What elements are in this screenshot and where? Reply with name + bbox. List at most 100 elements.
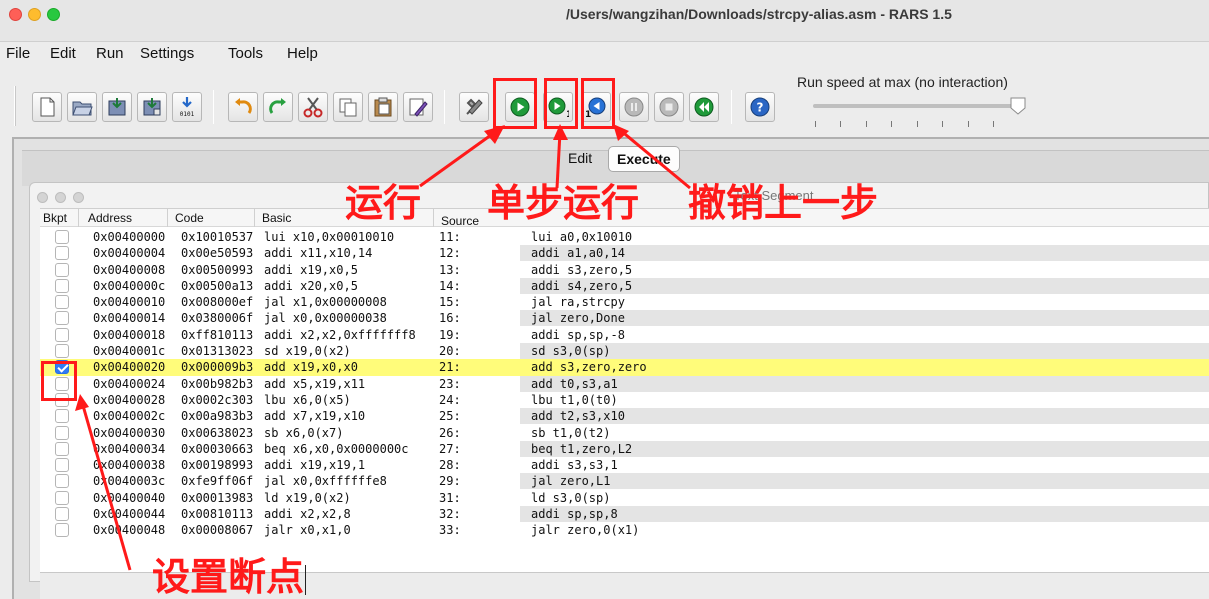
table-row[interactable]: 0x00400018 0xff810113 addi x2,x2,0xfffffff… (40, 327, 1209, 343)
table-row[interactable]: 0x00400048 0x00008067 jalr x0,x1,0 33: jalr … (40, 522, 1209, 538)
source-cell: lbu t1,0(t0) (531, 392, 618, 407)
table-row[interactable]: 0x00400038 0x00198993 addi x19,x19,1 28: add… (40, 457, 1209, 473)
backstep-annotation: 撤销上一步 (688, 181, 879, 225)
copy-button[interactable] (333, 92, 363, 122)
breakpoint-checkbox[interactable] (55, 523, 69, 538)
zoom-window-button[interactable] (47, 8, 60, 21)
cut-button[interactable] (298, 92, 328, 122)
close-window-button[interactable] (9, 8, 22, 21)
breakpoint-checkbox[interactable] (55, 246, 69, 261)
new-file-button[interactable] (32, 92, 62, 122)
source-line-cell: 21: (439, 360, 461, 375)
breakpoint-checkbox[interactable] (55, 295, 69, 310)
table-row[interactable]: 0x00400030 0x00638023 sb x6,0(x7) 26: sb t1,… (40, 425, 1209, 441)
breakpoint-checkbox[interactable] (55, 474, 69, 489)
menu-tools[interactable]: Tools (228, 45, 263, 62)
run-speed-thumb[interactable] (1010, 97, 1026, 115)
table-row[interactable]: 0x00400040 0x00013983 ld x19,0(x2) 31: ld s3… (40, 490, 1209, 506)
reset-button[interactable] (689, 92, 719, 122)
table-row[interactable]: 0x00400004 0x00e50593 addi x11,x10,14 12: ad… (40, 245, 1209, 262)
text-segment-table: Bkpt Address Code Basic Source 0x0040000… (40, 208, 1209, 572)
menu-settings[interactable]: Settings (140, 45, 194, 62)
tab-edit[interactable]: Edit (560, 146, 600, 172)
open-file-icon (72, 101, 93, 116)
find-replace-button[interactable] (403, 92, 433, 122)
source-line-cell: 23: (439, 376, 461, 391)
stop-button[interactable] (654, 92, 684, 122)
table-row[interactable]: 0x00400034 0x00030663 beq x6,x0,0x0000000c… (40, 440, 1209, 457)
breakpoint-checkbox[interactable] (55, 230, 69, 244)
dump-memory-button[interactable]: 0101 (172, 92, 202, 122)
breakpoint-annotation: 设置断点 (152, 555, 305, 599)
assemble-button[interactable] (459, 92, 489, 122)
table-row[interactable]: 0x00400014 0x0380006f jal x0,0x00000038 16:… (40, 310, 1209, 327)
table-row[interactable]: 0x00400008 0x00500993 addi x19,x0,5 13: addi… (40, 262, 1209, 278)
table-row[interactable]: 0x0040000c 0x00500a13 addi x20,x0,5 14: addi… (40, 277, 1209, 294)
header-code[interactable]: Code (175, 211, 204, 225)
table-row[interactable]: 0x00400024 0x00b982b3 add x5,x19,x11 23: add… (40, 375, 1209, 392)
step-annotation: 单步运行 (487, 181, 640, 225)
code-cell: 0xfe9ff06f (181, 474, 254, 489)
source-cell: jalr zero,0(x1) (531, 523, 640, 538)
source-line-cell: 28: (439, 458, 461, 473)
open-file-button[interactable] (67, 92, 97, 122)
paste-button[interactable] (368, 92, 398, 122)
window-title: /Users/wangzihan/Downloads/strcpy-alias.… (566, 6, 952, 22)
menu-edit[interactable]: Edit (50, 45, 76, 62)
header-bkpt[interactable]: Bkpt (43, 211, 67, 225)
toolbar-grip[interactable] (14, 86, 16, 126)
segment-close-button[interactable] (37, 192, 48, 203)
source-cell: addi s4,zero,5 (531, 278, 633, 293)
menu-file[interactable]: File (6, 45, 30, 62)
table-row[interactable]: 0x00400020 0x000009b3 add x19,x0,x0 21: add … (40, 359, 1209, 376)
text-cursor (305, 565, 306, 595)
breakpoint-checkbox[interactable] (55, 507, 69, 522)
cut-icon (303, 97, 323, 118)
breakpoint-checkbox[interactable] (55, 311, 69, 326)
code-cell: 0x00500a13 (181, 278, 254, 293)
breakpoint-checkbox[interactable] (55, 327, 69, 342)
segment-minimize-button[interactable] (55, 192, 66, 203)
undo-button[interactable] (228, 92, 258, 122)
code-cell: 0x10010537 (181, 230, 254, 244)
breakpoint-checkbox[interactable] (55, 490, 69, 505)
basic-cell: addi x2,x2,0xfffffff8 (264, 327, 416, 342)
tab-execute[interactable]: Execute (608, 146, 680, 172)
segment-zoom-button[interactable] (73, 192, 84, 203)
breakpoint-checkbox[interactable] (55, 409, 69, 424)
help-button[interactable]: ? (745, 92, 775, 122)
save-button[interactable] (102, 92, 132, 122)
minimize-window-button[interactable] (28, 8, 41, 21)
redo-button[interactable] (263, 92, 293, 122)
table-row[interactable]: 0x0040002c 0x00a983b3 add x7,x19,x10 25: add… (40, 408, 1209, 425)
table-row[interactable]: 0x0040003c 0xfe9ff06f jal x0,0xffffffe8 29:… (40, 473, 1209, 490)
basic-cell: jal x1,0x00000008 (264, 295, 387, 310)
breakpoint-checkbox[interactable] (55, 441, 69, 456)
table-row[interactable]: 0x00400000 0x10010537 lui x10,0x00010010 11… (40, 229, 1209, 245)
run-annotation: 运行 (345, 181, 422, 225)
header-source[interactable]: Source (441, 214, 479, 228)
paste-icon (374, 97, 392, 117)
basic-cell: sd x19,0(x2) (264, 344, 351, 359)
breakpoint-checkbox[interactable] (55, 425, 69, 440)
menu-run[interactable]: Run (96, 45, 124, 62)
table-row[interactable]: 0x00400028 0x0002c303 lbu x6,0(x5) 24: lbu t… (40, 392, 1209, 408)
table-row[interactable]: 0x00400010 0x008000ef jal x1,0x00000008 15:… (40, 294, 1209, 310)
header-basic[interactable]: Basic (262, 211, 291, 225)
breakpoint-checkbox[interactable] (55, 458, 69, 473)
pause-button[interactable] (619, 92, 649, 122)
run-speed-slider[interactable] (813, 104, 1023, 108)
breakpoint-checkbox[interactable] (55, 344, 69, 359)
table-row[interactable]: 0x0040001c 0x01313023 sd x19,0(x2) 20: sd s3… (40, 343, 1209, 360)
save-as-button[interactable] (137, 92, 167, 122)
table-row[interactable]: 0x00400044 0x00810113 addi x2,x2,8 32: addi … (40, 506, 1209, 523)
code-cell: 0xff810113 (181, 327, 254, 342)
menu-help[interactable]: Help (287, 45, 318, 62)
breakpoint-checkbox[interactable] (55, 262, 69, 277)
basic-cell: jal x0,0xffffffe8 (264, 474, 387, 489)
run-highlight-box (493, 78, 537, 129)
breakpoint-checkbox[interactable] (55, 278, 69, 293)
code-cell: 0x00030663 (181, 441, 254, 456)
basic-cell: addi x19,x19,1 (264, 458, 366, 473)
header-address[interactable]: Address (88, 211, 132, 225)
